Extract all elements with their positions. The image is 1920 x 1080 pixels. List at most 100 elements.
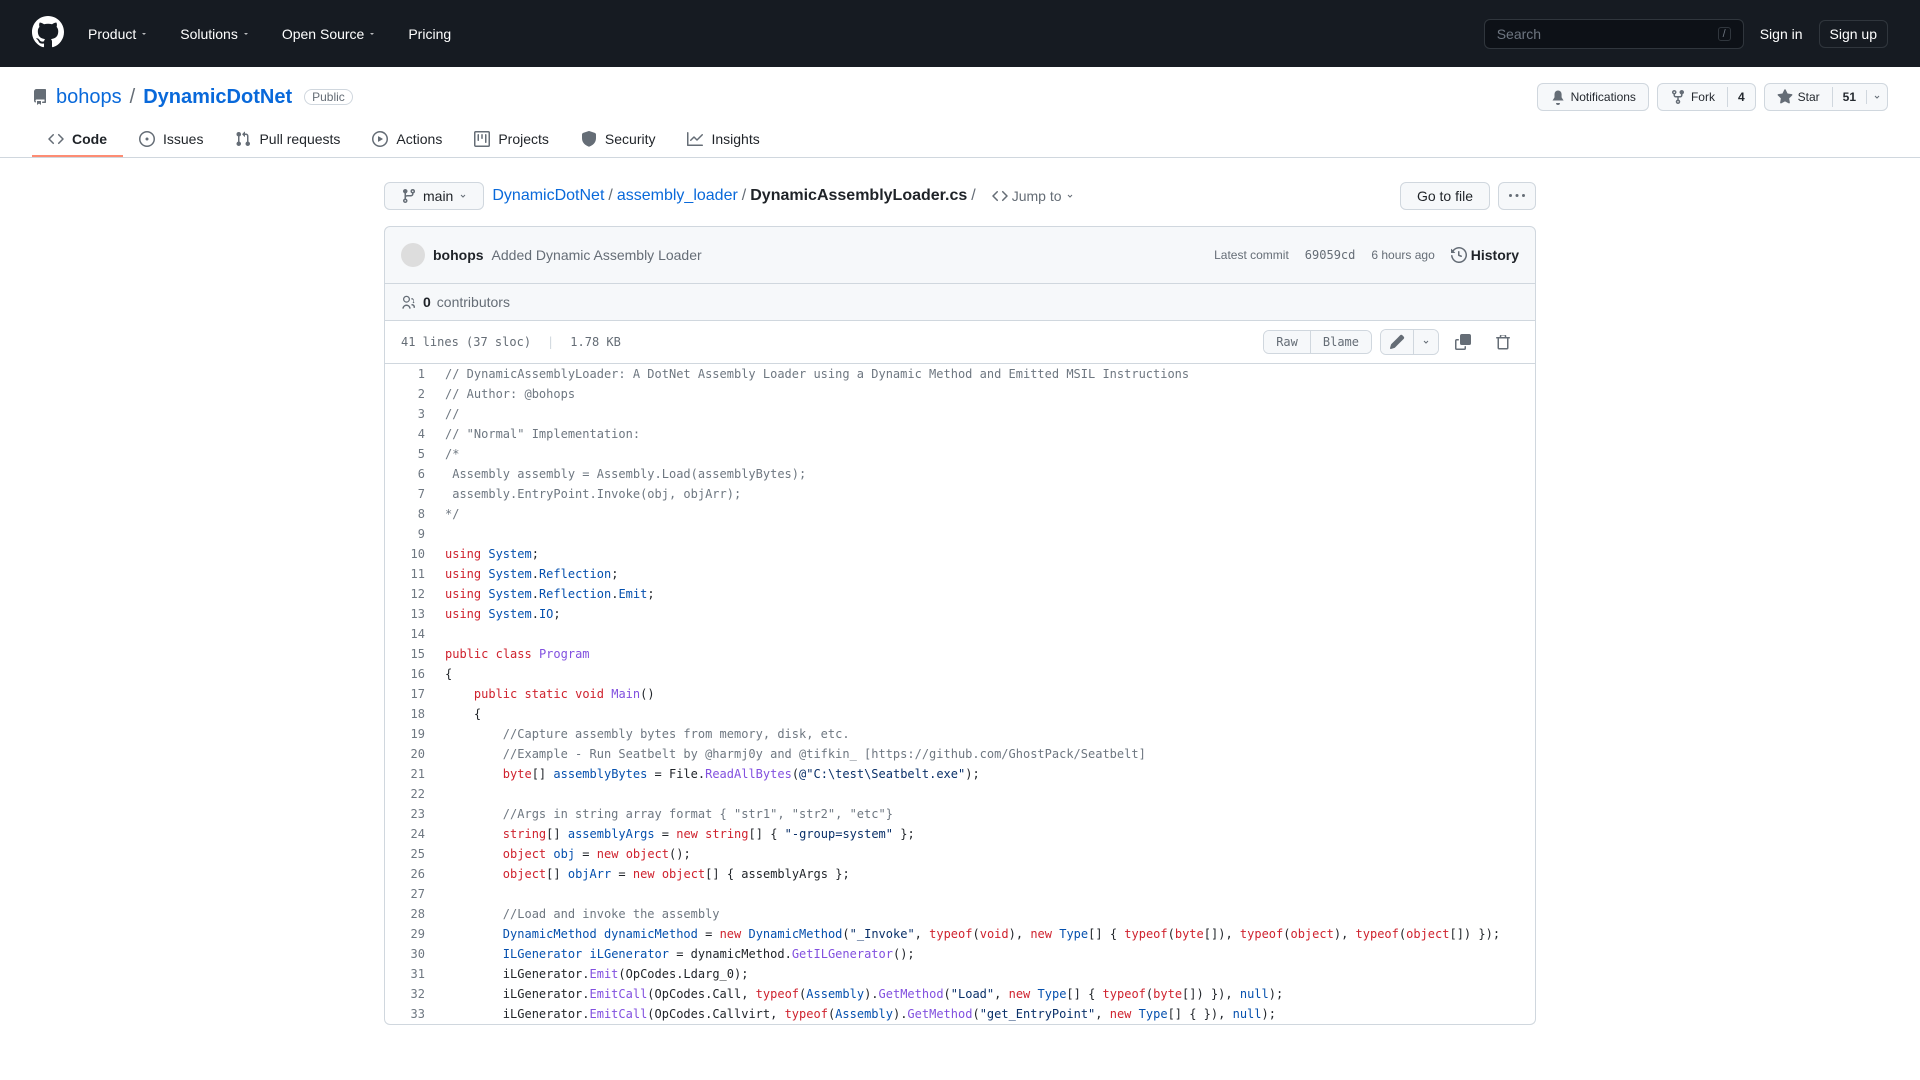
code-line: 32 iLGenerator.EmitCall(OpCodes.Call, ty… xyxy=(385,984,1535,1004)
latest-commit-label: Latest commit xyxy=(1214,248,1289,262)
tab-projects[interactable]: Projects xyxy=(458,123,565,157)
line-number[interactable]: 32 xyxy=(385,984,435,1004)
line-number[interactable]: 33 xyxy=(385,1004,435,1024)
code-line: 18 { xyxy=(385,704,1535,724)
line-number[interactable]: 30 xyxy=(385,944,435,964)
line-number[interactable]: 27 xyxy=(385,884,435,904)
line-number[interactable]: 4 xyxy=(385,424,435,444)
shield-icon xyxy=(581,131,597,147)
tab-code[interactable]: Code xyxy=(32,123,123,157)
tab-security[interactable]: Security xyxy=(565,123,672,157)
line-number[interactable]: 12 xyxy=(385,584,435,604)
code-line: 6 Assembly assembly = Assembly.Load(asse… xyxy=(385,464,1535,484)
commit-sha[interactable]: 69059cd xyxy=(1305,248,1356,262)
line-number[interactable]: 7 xyxy=(385,484,435,504)
nav-solutions[interactable]: Solutions xyxy=(172,26,258,42)
tab-insights[interactable]: Insights xyxy=(671,123,775,157)
github-logo[interactable] xyxy=(32,16,64,51)
bell-icon xyxy=(1550,89,1566,105)
raw-button[interactable]: Raw xyxy=(1264,331,1310,353)
tab-actions[interactable]: Actions xyxy=(356,123,458,157)
code-line: 17 public static void Main() xyxy=(385,684,1535,704)
line-number[interactable]: 31 xyxy=(385,964,435,984)
line-number[interactable]: 19 xyxy=(385,724,435,744)
line-number[interactable]: 9 xyxy=(385,524,435,544)
line-content: DynamicMethod dynamicMethod = new Dynami… xyxy=(435,924,1535,944)
tab-issues[interactable]: Issues xyxy=(123,123,219,157)
copy-button[interactable] xyxy=(1447,330,1479,354)
line-number[interactable]: 24 xyxy=(385,824,435,844)
breadcrumb-root[interactable]: DynamicDotNet xyxy=(492,187,604,205)
line-number[interactable]: 8 xyxy=(385,504,435,524)
fork-count[interactable]: 4 xyxy=(1727,87,1755,107)
file-box: 41 lines (37 sloc) | 1.78 KB Raw Blame 1… xyxy=(384,321,1536,1025)
line-number[interactable]: 14 xyxy=(385,624,435,644)
nav-product[interactable]: Product xyxy=(80,26,156,42)
code-icon xyxy=(992,188,1008,204)
line-number[interactable]: 18 xyxy=(385,704,435,724)
line-content: iLGenerator.Emit(OpCodes.Ldarg_0); xyxy=(435,964,1535,984)
chevron-down-icon xyxy=(459,192,467,200)
notifications-button[interactable]: Notifications xyxy=(1537,83,1649,111)
edit-dropdown[interactable] xyxy=(1413,330,1438,354)
line-number[interactable]: 3 xyxy=(385,404,435,424)
branch-selector[interactable]: main xyxy=(384,182,484,210)
line-number[interactable]: 29 xyxy=(385,924,435,944)
history-link[interactable]: History xyxy=(1451,247,1519,263)
tab-pull-requests[interactable]: Pull requests xyxy=(219,123,356,157)
line-number[interactable]: 20 xyxy=(385,744,435,764)
line-number[interactable]: 17 xyxy=(385,684,435,704)
repo-owner-link[interactable]: bohops xyxy=(56,86,122,109)
star-button[interactable]: Star 51 xyxy=(1764,83,1888,111)
commit-box: bohops Added Dynamic Assembly Loader Lat… xyxy=(384,226,1536,321)
global-header: Product Solutions Open Source Pricing / … xyxy=(0,0,1920,67)
line-content: using System.Reflection.Emit; xyxy=(435,584,1535,604)
line-content xyxy=(435,524,1535,544)
line-number[interactable]: 10 xyxy=(385,544,435,564)
code-line: 29 DynamicMethod dynamicMethod = new Dyn… xyxy=(385,924,1535,944)
more-options-button[interactable] xyxy=(1498,182,1536,210)
line-number[interactable]: 28 xyxy=(385,904,435,924)
fork-button[interactable]: Fork 4 xyxy=(1657,83,1756,111)
line-number[interactable]: 1 xyxy=(385,364,435,384)
line-number[interactable]: 15 xyxy=(385,644,435,664)
jump-to-button[interactable]: Jump to xyxy=(984,183,1082,209)
line-number[interactable]: 6 xyxy=(385,464,435,484)
line-number[interactable]: 2 xyxy=(385,384,435,404)
signup-button[interactable]: Sign up xyxy=(1819,20,1888,48)
delete-button[interactable] xyxy=(1487,330,1519,354)
code-line: 28 //Load and invoke the assembly xyxy=(385,904,1535,924)
line-number[interactable]: 16 xyxy=(385,664,435,684)
line-number[interactable]: 21 xyxy=(385,764,435,784)
file-size: 1.78 KB xyxy=(570,335,621,349)
star-count[interactable]: 51 xyxy=(1832,87,1866,107)
nav-open-source[interactable]: Open Source xyxy=(274,26,385,42)
line-content xyxy=(435,884,1535,904)
line-number[interactable]: 13 xyxy=(385,604,435,624)
contributors-row[interactable]: 0 contributors xyxy=(385,284,1535,320)
line-number[interactable]: 26 xyxy=(385,864,435,884)
line-number[interactable]: 23 xyxy=(385,804,435,824)
line-number[interactable]: 25 xyxy=(385,844,435,864)
search-box[interactable]: / xyxy=(1484,19,1744,49)
commit-author[interactable]: bohops xyxy=(433,247,484,263)
edit-button[interactable] xyxy=(1381,330,1413,354)
search-input[interactable] xyxy=(1497,26,1718,42)
breadcrumb-folder[interactable]: assembly_loader xyxy=(617,187,738,205)
go-to-file-button[interactable]: Go to file xyxy=(1400,182,1490,210)
line-number[interactable]: 22 xyxy=(385,784,435,804)
repo-name-link[interactable]: DynamicDotNet xyxy=(143,86,292,109)
signin-link[interactable]: Sign in xyxy=(1760,26,1803,42)
line-content: // Author: @bohops xyxy=(435,384,1535,404)
issues-icon xyxy=(139,131,155,147)
commit-message[interactable]: Added Dynamic Assembly Loader xyxy=(492,247,702,263)
blame-button[interactable]: Blame xyxy=(1310,331,1371,353)
contributors-count: 0 xyxy=(423,294,431,310)
line-content: iLGenerator.EmitCall(OpCodes.Callvirt, t… xyxy=(435,1004,1535,1024)
star-dropdown[interactable] xyxy=(1866,90,1887,104)
line-number[interactable]: 11 xyxy=(385,564,435,584)
line-content: iLGenerator.EmitCall(OpCodes.Call, typeo… xyxy=(435,984,1535,1004)
nav-pricing[interactable]: Pricing xyxy=(400,26,459,42)
author-avatar[interactable] xyxy=(401,243,425,267)
line-number[interactable]: 5 xyxy=(385,444,435,464)
